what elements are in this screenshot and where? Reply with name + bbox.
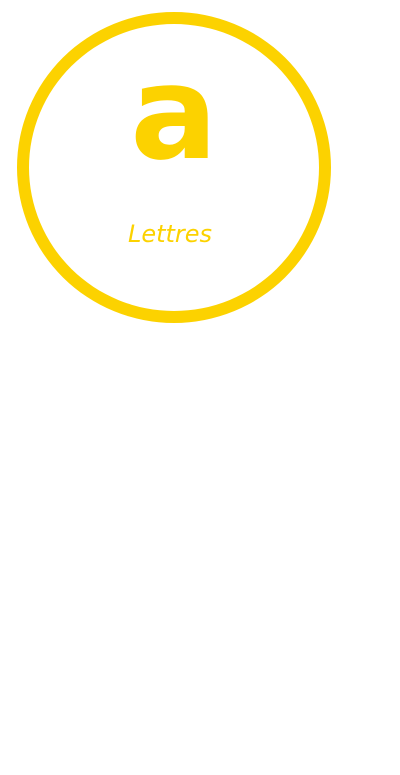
letter-a-icon: a <box>130 37 218 189</box>
category-label: Lettres <box>127 220 213 248</box>
lettres-category-button[interactable]: a Lettres <box>17 12 331 323</box>
